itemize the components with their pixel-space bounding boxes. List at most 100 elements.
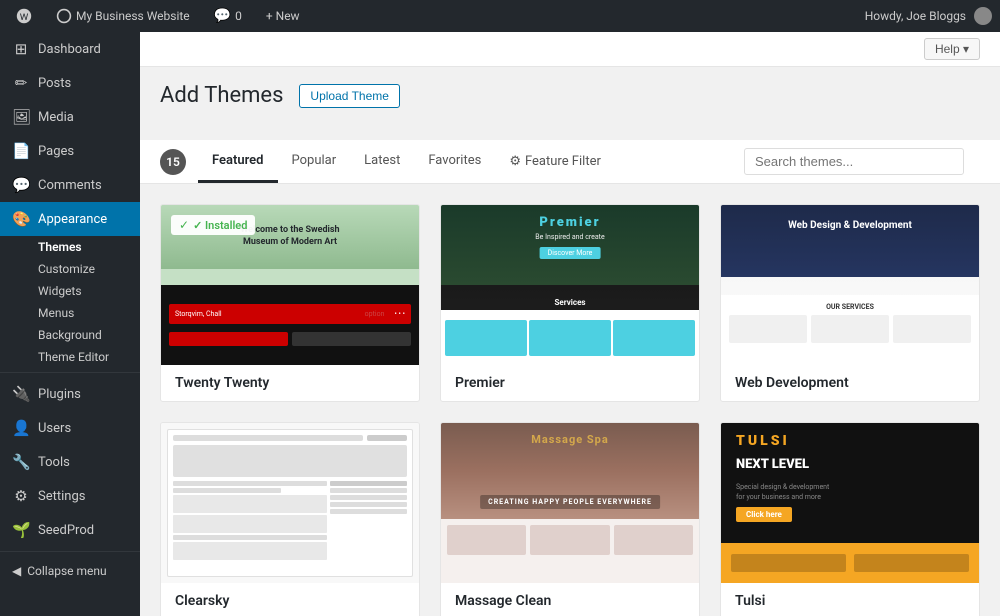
- comments-icon: 💬: [12, 176, 30, 194]
- sidebar-label-seedprod: SeedProd: [38, 523, 94, 538]
- help-label: Help ▾: [935, 42, 969, 56]
- wp-logo-button[interactable]: W: [8, 0, 40, 32]
- help-button[interactable]: Help ▾: [924, 38, 980, 60]
- settings-icon: ⚙: [12, 487, 30, 505]
- upload-theme-label: Upload Theme: [310, 89, 389, 103]
- theme-info-clearsky: Clearsky: [161, 583, 419, 616]
- theme-card-twenty-twenty[interactable]: Welcome to the SwedishMuseum of Modern A…: [160, 204, 420, 402]
- installed-badge: ✓ ✓ Installed: [171, 215, 255, 235]
- sidebar-label-appearance: Appearance: [38, 212, 107, 227]
- sidebar-label-tools: Tools: [38, 455, 70, 470]
- installed-label: ✓ Installed: [193, 219, 247, 232]
- appearance-icon: 🎨: [12, 210, 30, 228]
- theme-card-clearsky[interactable]: Clearsky: [160, 422, 420, 616]
- filter-tab-latest[interactable]: Latest: [350, 141, 414, 183]
- theme-card-massage-clean[interactable]: Massage Spa CREATING HAPPY PEOPLE EVERYW…: [440, 422, 700, 616]
- theme-thumb-clearsky: [161, 423, 419, 583]
- featured-tab-label: Featured: [212, 153, 264, 168]
- page-title: Add Themes: [160, 83, 283, 108]
- sidebar-sub-customize[interactable]: Customize: [0, 258, 140, 280]
- sidebar-divider-2: [0, 551, 140, 552]
- background-label: Background: [38, 328, 102, 342]
- customize-label: Customize: [38, 262, 95, 276]
- theme-info-premier: Premier: [441, 365, 699, 401]
- favorites-tab-label: Favorites: [428, 153, 481, 168]
- theme-card-premier[interactable]: Premier Be Inspired and create Discover …: [440, 204, 700, 402]
- checkmark-icon: ✓: [179, 218, 189, 232]
- theme-name-clearsky: Clearsky: [175, 593, 229, 609]
- sidebar-item-users[interactable]: 👤 Users: [0, 411, 140, 445]
- sidebar-sub-themes[interactable]: Themes: [0, 236, 140, 258]
- seedprod-icon: 🌱: [12, 521, 30, 539]
- sidebar-label-pages: Pages: [38, 144, 74, 159]
- upload-theme-button[interactable]: Upload Theme: [299, 84, 400, 108]
- filter-tab-featured[interactable]: Featured: [198, 141, 278, 183]
- admin-bar-right: Howdy, Joe Bloggs: [865, 7, 992, 25]
- collapse-menu-button[interactable]: ◀ Collapse menu: [0, 556, 140, 586]
- main-content: Help ▾ Add Themes Upload Theme 15 Featur…: [140, 32, 1000, 616]
- theme-thumb-tulsi: TULSI NEXT LEVEL Special design & develo…: [721, 423, 979, 583]
- admin-bar-left: W My Business Website 💬 0 + New: [8, 0, 865, 32]
- theme-card-tulsi[interactable]: TULSI NEXT LEVEL Special design & develo…: [720, 422, 980, 616]
- theme-editor-label: Theme Editor: [38, 350, 109, 364]
- sidebar-label-dashboard: Dashboard: [38, 42, 101, 57]
- tools-icon: 🔧: [12, 453, 30, 471]
- theme-name-twenty-twenty: Twenty Twenty: [175, 375, 269, 391]
- sidebar-sub-theme-editor[interactable]: Theme Editor: [0, 346, 140, 368]
- feature-filter-label: Feature Filter: [525, 154, 601, 169]
- pages-icon: 📄: [12, 142, 30, 160]
- site-name-label: My Business Website: [76, 9, 190, 23]
- sidebar-label-posts: Posts: [38, 76, 71, 91]
- sidebar-item-dashboard[interactable]: ⊞ Dashboard: [0, 32, 140, 66]
- howdy-text: Howdy, Joe Bloggs: [865, 9, 966, 23]
- sidebar-sub-menus[interactable]: Menus: [0, 302, 140, 324]
- search-input[interactable]: [744, 148, 964, 175]
- feature-filter-button[interactable]: ⚙ Feature Filter: [495, 142, 615, 181]
- plugins-icon: 🔌: [12, 385, 30, 403]
- sidebar-label-comments: Comments: [38, 178, 102, 193]
- sidebar-sub-background[interactable]: Background: [0, 324, 140, 346]
- theme-info-tulsi: Tulsi: [721, 583, 979, 616]
- theme-info-web-development: Web Development: [721, 365, 979, 401]
- page-header: Add Themes Upload Theme: [160, 83, 980, 108]
- collapse-arrow-icon: ◀: [12, 564, 21, 578]
- collapse-menu-label: Collapse menu: [27, 564, 106, 578]
- admin-bar: W My Business Website 💬 0 + New Howdy, J…: [0, 0, 1000, 32]
- sidebar-label-plugins: Plugins: [38, 387, 81, 402]
- theme-thumb-massage-clean: Massage Spa CREATING HAPPY PEOPLE EVERYW…: [441, 423, 699, 583]
- menus-label: Menus: [38, 306, 74, 320]
- sidebar-item-comments[interactable]: 💬 Comments: [0, 168, 140, 202]
- comments-button[interactable]: 💬 0: [206, 0, 250, 32]
- sidebar-item-appearance[interactable]: 🎨 Appearance: [0, 202, 140, 236]
- sidebar-item-posts[interactable]: ✏ Posts: [0, 66, 140, 100]
- sidebar-item-plugins[interactable]: 🔌 Plugins: [0, 377, 140, 411]
- sidebar-item-tools[interactable]: 🔧 Tools: [0, 445, 140, 479]
- sidebar-item-settings[interactable]: ⚙ Settings: [0, 479, 140, 513]
- sidebar-item-pages[interactable]: 📄 Pages: [0, 134, 140, 168]
- sidebar-item-media[interactable]: 🖼 Media: [0, 100, 140, 134]
- filter-tab-favorites[interactable]: Favorites: [414, 141, 495, 183]
- sidebar-sub-widgets[interactable]: Widgets: [0, 280, 140, 302]
- theme-info-massage-clean: Massage Clean: [441, 583, 699, 616]
- avatar[interactable]: [974, 7, 992, 25]
- sidebar-divider-1: [0, 372, 140, 373]
- latest-tab-label: Latest: [364, 153, 400, 168]
- theme-name-tulsi: Tulsi: [735, 593, 765, 609]
- theme-card-web-development[interactable]: Web Design & Development OUR SERVICES We: [720, 204, 980, 402]
- new-button[interactable]: + New: [258, 0, 308, 32]
- theme-info-twenty-twenty: Twenty Twenty: [161, 365, 419, 401]
- themes-label: Themes: [38, 240, 82, 254]
- filter-bar: 15 Featured Popular Latest Favorites ⚙ F…: [140, 140, 1000, 184]
- sidebar: ⊞ Dashboard ✏ Posts 🖼 Media 📄 Pages 💬 Co…: [0, 32, 140, 616]
- dashboard-icon: ⊞: [12, 40, 30, 58]
- filter-tab-popular[interactable]: Popular: [278, 141, 351, 183]
- comment-icon: 💬: [214, 8, 231, 24]
- theme-name-web-development: Web Development: [735, 375, 849, 391]
- sidebar-item-seedprod[interactable]: 🌱 SeedProd: [0, 513, 140, 547]
- site-name-button[interactable]: My Business Website: [48, 0, 198, 32]
- themes-grid: Welcome to the SwedishMuseum of Modern A…: [140, 184, 1000, 616]
- users-icon: 👤: [12, 419, 30, 437]
- help-bar: Help ▾: [140, 32, 1000, 67]
- content-header-area: Add Themes Upload Theme: [140, 67, 1000, 140]
- comments-count: 0: [235, 9, 242, 23]
